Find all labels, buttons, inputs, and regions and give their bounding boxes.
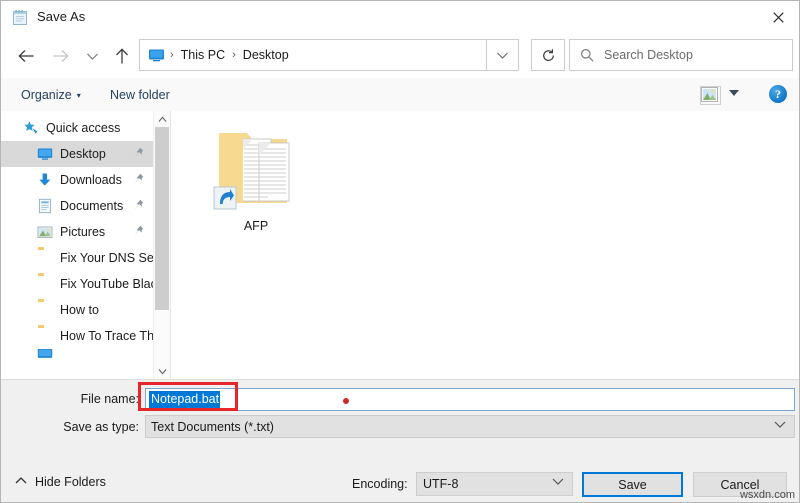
folder-icon: [37, 250, 53, 266]
download-arrow-icon: [37, 172, 53, 188]
folder-icon: [37, 276, 53, 292]
file-list[interactable]: AFP: [171, 111, 799, 379]
new-folder-button[interactable]: New folder: [104, 84, 176, 106]
this-pc-icon: [148, 48, 165, 62]
watermark: wsxdn.com: [739, 489, 795, 501]
scrollbar-thumb[interactable]: [155, 127, 169, 310]
sidebar-item-label: Downloads: [60, 173, 122, 187]
caret-down-icon: ▾: [76, 90, 81, 100]
arrow-up-icon: [116, 47, 128, 63]
sidebar-item-how-to[interactable]: How to: [1, 297, 153, 323]
this-pc-icon: [37, 349, 53, 359]
chevron-down-icon: [497, 52, 508, 59]
pin-icon[interactable]: [133, 173, 144, 186]
hide-folders-label: Hide Folders: [35, 475, 106, 489]
folder-icon: [37, 302, 53, 318]
close-icon: [772, 11, 784, 23]
breadcrumb-desktop[interactable]: Desktop: [241, 40, 291, 70]
encoding-label: Encoding:: [352, 477, 408, 491]
encoding-dropdown[interactable]: UTF-8: [416, 472, 573, 496]
save-form: File name: Notepad.bat Save as type: Tex…: [1, 379, 799, 502]
annotation-dot: [343, 398, 349, 404]
sidebar-item-downloads[interactable]: Downloads: [1, 167, 153, 193]
notepad-icon: [12, 9, 29, 26]
save-as-type-label: Save as type:: [63, 420, 139, 434]
sidebar-item-label: How To Trace Th: [60, 329, 153, 343]
save-as-type-dropdown[interactable]: Text Documents (*.txt): [145, 415, 795, 438]
sidebar-item-partial[interactable]: [1, 349, 153, 359]
sidebar-item-label: Fix YouTube Blac: [60, 277, 153, 291]
navigation-bar: › This PC › Desktop Search Desktop: [1, 34, 799, 78]
up-one-level-button[interactable]: [105, 39, 139, 73]
new-folder-label: New folder: [110, 88, 170, 102]
pin-icon[interactable]: [133, 147, 144, 160]
sidebar-item-label: Documents: [60, 199, 124, 213]
navigation-sidebar: Quick access Desktop Downloads Documents…: [1, 111, 153, 379]
chevron-down-icon: [552, 477, 564, 489]
sidebar-item-pictures[interactable]: Pictures: [1, 219, 153, 245]
address-bar[interactable]: › This PC › Desktop: [139, 39, 487, 71]
browser-panes: Quick access Desktop Downloads Documents…: [1, 111, 799, 379]
pin-icon[interactable]: [133, 199, 144, 212]
sidebar-item-fix-your-dns-server[interactable]: Fix Your DNS Ser: [1, 245, 153, 271]
recent-locations-button[interactable]: [75, 39, 109, 73]
sidebar-scrollbar[interactable]: [153, 111, 170, 379]
file-label: AFP: [243, 219, 269, 233]
document-icon: [37, 198, 53, 214]
file-name-input[interactable]: Notepad.bat: [145, 388, 795, 411]
address-dropdown-button[interactable]: [487, 39, 519, 71]
close-button[interactable]: [755, 1, 799, 33]
folder-icon: [37, 328, 53, 344]
sidebar-item-label: Quick access: [46, 121, 121, 135]
organize-label: Organize: [21, 88, 72, 102]
scroll-up-icon[interactable]: [154, 111, 170, 127]
list-item[interactable]: AFP: [201, 115, 311, 233]
search-icon: [580, 48, 594, 62]
search-box[interactable]: Search Desktop: [569, 39, 793, 71]
breadcrumb-separator-0: ›: [170, 49, 174, 61]
breadcrumb-separator-1: ›: [232, 49, 236, 61]
refresh-button[interactable]: [531, 39, 565, 71]
sidebar-item-how-to-trace-th[interactable]: How To Trace Th: [1, 323, 153, 349]
file-name-value: Notepad.bat: [149, 390, 221, 409]
refresh-icon: [542, 48, 554, 61]
folder-shortcut-icon: [213, 115, 299, 215]
star-pin-icon: [23, 120, 39, 136]
pin-icon[interactable]: [133, 225, 144, 238]
sidebar-item-fix-youtube-black[interactable]: Fix YouTube Blac: [1, 271, 153, 297]
forward-button[interactable]: [43, 39, 77, 73]
help-button[interactable]: ?: [769, 85, 787, 103]
back-button[interactable]: [9, 39, 43, 73]
view-layout-icon[interactable]: [700, 86, 721, 105]
search-input[interactable]: Search Desktop: [604, 48, 693, 62]
command-toolbar: Organize ▾ New folder ?: [1, 78, 799, 112]
file-name-label: File name:: [80, 392, 139, 406]
sidebar-item-desktop[interactable]: Desktop: [1, 141, 153, 167]
sidebar-item-label: Desktop: [60, 147, 106, 161]
sidebar-item-label: How to: [60, 303, 99, 317]
organize-button[interactable]: Organize ▾: [15, 84, 87, 106]
sidebar-item-label: Pictures: [60, 225, 106, 239]
save-button[interactable]: Save: [582, 472, 683, 497]
chevron-up-icon: [15, 476, 27, 488]
chevron-down-icon: [86, 53, 98, 60]
encoding-value: UTF-8: [423, 477, 459, 491]
chevron-down-icon: [774, 420, 786, 432]
breadcrumb-this-pc[interactable]: This PC: [179, 40, 227, 70]
view-dropdown-caret-icon[interactable]: [729, 90, 739, 96]
sidebar-item-quick-access[interactable]: Quick access: [1, 115, 153, 141]
window-title: Save As: [37, 9, 86, 24]
sidebar-item-documents[interactable]: Documents: [1, 193, 153, 219]
arrow-right-icon: [53, 50, 69, 62]
sidebar-item-label: Fix Your DNS Ser: [60, 251, 153, 265]
save-as-type-value: Text Documents (*.txt): [151, 419, 274, 434]
title-bar: Save As: [1, 1, 799, 35]
hide-folders-button[interactable]: Hide Folders: [15, 475, 106, 489]
monitor-icon: [37, 146, 53, 162]
scroll-down-icon[interactable]: [154, 363, 170, 379]
save-as-dialog: Save As › This PC › Desktop Search Deskt…: [0, 0, 800, 503]
pictures-icon: [37, 224, 53, 240]
arrow-left-icon: [17, 50, 33, 62]
